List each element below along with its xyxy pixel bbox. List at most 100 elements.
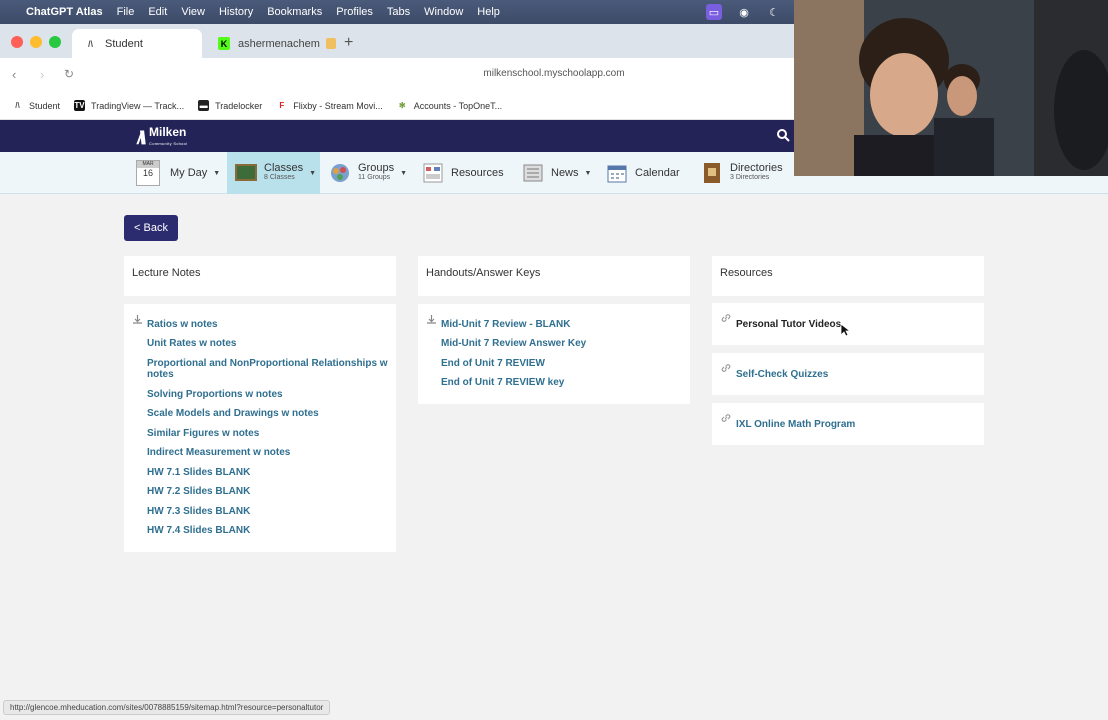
tradingview-icon: TV: [74, 100, 86, 111]
tab-label: Student: [105, 37, 143, 50]
resource-card[interactable]: Self-Check Quizzes: [712, 353, 984, 395]
handout-link[interactable]: End of Unit 7 REVIEW key: [441, 377, 564, 388]
lecture-link[interactable]: Indirect Measurement w notes: [147, 447, 290, 458]
nav-label: Resources: [451, 167, 504, 179]
milken-logo[interactable]: /\\ Milken Community School: [137, 126, 187, 150]
kick-favicon-icon: K: [218, 37, 230, 50]
handout-link[interactable]: End of Unit 7 REVIEW: [441, 358, 545, 369]
lecture-link[interactable]: HW 7.4 Slides BLANK: [147, 525, 250, 536]
milken-favicon-icon: /\: [87, 38, 93, 49]
nav-sublabel: 11 Groups: [358, 174, 391, 181]
menu-tabs[interactable]: Tabs: [387, 6, 410, 18]
audio-playing-icon[interactable]: [325, 38, 336, 49]
resources-board-icon: [422, 162, 444, 184]
bookmark-flixby[interactable]: F Flixby - Stream Movi...: [276, 100, 382, 111]
lecture-link[interactable]: Solving Proportions w notes: [147, 389, 283, 400]
lecture-link[interactable]: HW 7.2 Slides BLANK: [147, 486, 250, 497]
nav-label: News: [551, 167, 579, 179]
search-icon[interactable]: [776, 128, 790, 142]
nav-my-day[interactable]: MAR 16 My Day ▼: [136, 152, 220, 194]
link-chain-icon: [721, 364, 731, 372]
bookmark-tradingview[interactable]: TV TradingView — Track...: [74, 100, 184, 111]
flixby-icon: F: [279, 101, 285, 110]
lecture-link[interactable]: Ratios w notes: [147, 319, 218, 330]
newspaper-icon: [522, 162, 544, 184]
window-controls: [11, 36, 61, 48]
mouse-cursor-icon: [840, 323, 850, 337]
lecture-notes-panel: Ratios w notes Unit Rates w notes Propor…: [124, 304, 396, 552]
resource-card[interactable]: IXL Online Math Program: [712, 403, 984, 445]
menu-file[interactable]: File: [117, 6, 135, 18]
menu-edit[interactable]: Edit: [148, 6, 167, 18]
tab-student[interactable]: /\ Student: [72, 29, 202, 58]
date-day: 16: [142, 168, 153, 178]
app-menu[interactable]: ChatGPT Atlas: [26, 6, 103, 18]
calendar-icon: [606, 162, 628, 184]
bookmark-tradelocker[interactable]: ▬ Tradelocker: [198, 100, 262, 111]
menu-profiles[interactable]: Profiles: [336, 6, 373, 18]
back-button[interactable]: < Back: [124, 215, 178, 241]
tab-label: ashermenachem: [237, 37, 320, 50]
nav-classes[interactable]: Classes 8 Classes ▼: [227, 152, 320, 194]
resource-link[interactable]: Personal Tutor Videos: [736, 319, 841, 330]
nav-label: My Day: [170, 167, 208, 179]
groups-icon: [329, 162, 351, 184]
play-icon[interactable]: ◉: [736, 4, 752, 20]
lecture-link[interactable]: Scale Models and Drawings w notes: [147, 408, 319, 419]
menu-help[interactable]: Help: [477, 6, 500, 18]
webcam-overlay: [794, 0, 1108, 176]
date-month: MAR: [137, 161, 159, 168]
close-window-button[interactable]: [11, 36, 23, 48]
handout-link[interactable]: Mid-Unit 7 Review - BLANK: [441, 319, 570, 330]
menu-bookmarks[interactable]: Bookmarks: [267, 6, 322, 18]
bookmark-label: TradingView — Track...: [91, 100, 185, 111]
nav-calendar[interactable]: Calendar: [606, 152, 680, 194]
milken-favicon-icon: /\: [15, 101, 20, 110]
logo-subtext: Community School: [149, 141, 188, 146]
nav-label: Groups: [358, 162, 395, 174]
link-chain-icon: [721, 314, 731, 322]
link-chain-icon: [721, 414, 731, 422]
tab-ashermenachem[interactable]: K ashermenachem: [206, 29, 336, 58]
handouts-panel: Mid-Unit 7 Review - BLANK Mid-Unit 7 Rev…: [418, 304, 690, 404]
nav-directories[interactable]: Directories 3 Directories: [701, 152, 783, 194]
moon-icon[interactable]: ☾: [766, 4, 782, 20]
tradelocker-icon: ▬: [198, 100, 210, 111]
lecture-link[interactable]: Similar Figures w notes: [147, 428, 259, 439]
status-bar-url: http://glencoe.mheducation.com/sites/007…: [3, 700, 331, 715]
bookmark-label: Student: [29, 100, 61, 111]
bookmark-student[interactable]: /\ Student: [12, 100, 60, 111]
nav-sublabel: 8 Classes: [264, 174, 295, 181]
minimize-window-button[interactable]: [30, 36, 42, 48]
date-calendar-icon: MAR 16: [136, 160, 160, 186]
bookmark-accounts[interactable]: ✻ Accounts - TopOneT...: [397, 100, 502, 111]
bookmark-label: Tradelocker: [215, 100, 263, 111]
new-tab-button[interactable]: +: [344, 34, 353, 52]
resource-link[interactable]: IXL Online Math Program: [736, 419, 855, 430]
download-icon: [427, 315, 436, 324]
bookmark-label: Accounts - TopOneT...: [413, 100, 503, 111]
menu-view[interactable]: View: [181, 6, 205, 18]
handout-link[interactable]: Mid-Unit 7 Review Answer Key: [441, 338, 586, 349]
lecture-link[interactable]: HW 7.3 Slides BLANK: [147, 506, 250, 517]
nav-label: Classes: [264, 162, 304, 174]
zoom-window-button[interactable]: [49, 36, 61, 48]
nav-sublabel: 3 Directories: [730, 174, 770, 181]
webcam-video-image: [794, 0, 1108, 176]
handouts-header: Handouts/Answer Keys: [418, 256, 690, 296]
nav-groups[interactable]: Groups 11 Groups ▼: [329, 152, 407, 194]
nav-resources[interactable]: Resources: [422, 152, 504, 194]
resource-link[interactable]: Self-Check Quizzes: [736, 369, 828, 380]
lecture-link[interactable]: Proportional and NonProportional Relatio…: [147, 358, 391, 380]
caret-down-icon: ▼: [584, 169, 592, 177]
chalkboard-icon: [235, 162, 257, 184]
lecture-link[interactable]: HW 7.1 Slides BLANK: [147, 467, 250, 478]
resources-header: Resources: [712, 256, 984, 296]
nav-news[interactable]: News ▼: [522, 152, 591, 194]
caret-down-icon: ▼: [213, 169, 221, 177]
lecture-link[interactable]: Unit Rates w notes: [147, 338, 236, 349]
screen-record-icon[interactable]: ▭: [706, 4, 722, 20]
menu-window[interactable]: Window: [424, 6, 463, 18]
menu-history[interactable]: History: [219, 6, 253, 18]
directory-book-icon: [701, 162, 723, 184]
